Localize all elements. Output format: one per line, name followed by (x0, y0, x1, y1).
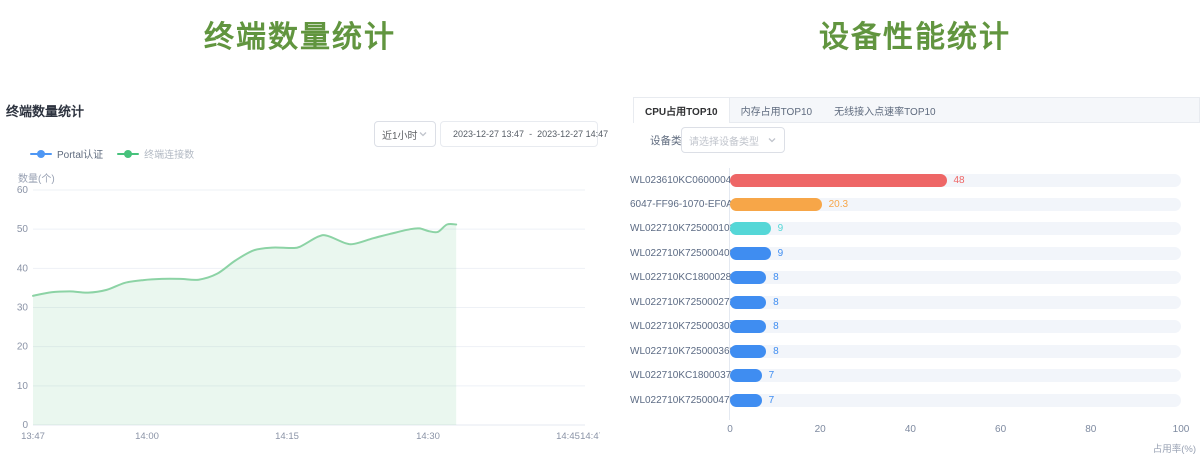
svg-text:10: 10 (17, 381, 29, 392)
legend-line-dot-icon (30, 150, 52, 158)
svg-text:40: 40 (17, 263, 29, 274)
bar[interactable] (730, 247, 771, 260)
y-axis-title: 数量(个) (18, 170, 55, 185)
bar-track (730, 222, 1181, 235)
bar[interactable] (730, 174, 947, 187)
bar-value-label: 9 (778, 222, 784, 235)
bar-track (730, 247, 1181, 260)
bar[interactable] (730, 320, 766, 333)
x-axis-tick: 20 (805, 424, 835, 435)
svg-text:14:47: 14:47 (580, 431, 600, 442)
bar-value-label: 9 (778, 247, 784, 260)
bar-value-label: 8 (773, 296, 779, 309)
bar-track (730, 394, 1181, 407)
date-range-picker[interactable]: 2023-12-27 13:47 - 2023-12-27 14:47 (440, 121, 598, 147)
x-axis-title: 占用率(%) (1110, 441, 1196, 455)
bar-category-label: 6047-FF96-1070-EF0A (630, 198, 724, 211)
legend-item-portal[interactable]: Portal认证 (30, 146, 103, 161)
svg-text:14:45: 14:45 (556, 431, 580, 442)
bar[interactable] (730, 271, 766, 284)
device-performance-panel: 设备性能统计 CPU占用TOP10 内存占用TOP10 无线接入点速率TOP10… (630, 0, 1200, 456)
bar-category-label: WL022710K725000470 (630, 394, 724, 407)
x-axis-tick: 60 (986, 424, 1016, 435)
x-axis-tick: 40 (895, 424, 925, 435)
bar-track (730, 345, 1181, 358)
bar[interactable] (730, 345, 766, 358)
bar-category-label: WL022710K725000409 (630, 247, 724, 260)
bar-category-label: WL022710KC18000280 (630, 271, 724, 284)
svg-text:14:00: 14:00 (135, 431, 159, 442)
bar[interactable] (730, 296, 766, 309)
svg-text:14:30: 14:30 (416, 431, 440, 442)
bar-value-label: 48 (954, 174, 965, 187)
bar[interactable] (730, 369, 762, 382)
bar[interactable] (730, 198, 822, 211)
cpu-top10-bar-chart: WL023610KC06000043 48 6047-FF96-1070-EF0A 2… (630, 0, 1200, 456)
bar-value-label: 8 (773, 320, 779, 333)
legend-line-dot-icon (117, 150, 139, 158)
time-range-value: 近1小时 (382, 127, 418, 142)
left-card-title: 终端数量统计 (6, 101, 84, 120)
date-range-start: 2023-12-27 13:47 (453, 129, 524, 139)
bar-value-label: 20.3 (829, 198, 848, 211)
svg-text:14:15: 14:15 (275, 431, 299, 442)
bar-category-label: WL023610KC06000043 (630, 174, 724, 187)
bar[interactable] (730, 394, 762, 407)
bar-category-label: WL022710K725000272 (630, 296, 724, 309)
x-axis-tick: 80 (1076, 424, 1106, 435)
bar-value-label: 8 (773, 345, 779, 358)
terminal-count-panel: 终端数量统计 终端数量统计 近1小时 2023-12-27 13:47 - 20… (0, 0, 600, 456)
bar-value-label: 7 (769, 394, 775, 407)
svg-text:0: 0 (22, 420, 28, 431)
legend-label: 终端连接数 (144, 146, 194, 161)
svg-text:50: 50 (17, 224, 29, 235)
bar-track (730, 296, 1181, 309)
x-axis-tick: 100 (1166, 424, 1196, 435)
bar-track (730, 320, 1181, 333)
bar-track (730, 369, 1181, 382)
date-range-separator: - (529, 129, 532, 139)
bar-category-label: WL022710KC18000372 (630, 369, 724, 382)
bar[interactable] (730, 222, 771, 235)
chart-legend: Portal认证 终端连接数 (30, 146, 194, 161)
x-axis-tick: 0 (715, 424, 745, 435)
bar-value-label: 7 (769, 369, 775, 382)
svg-text:30: 30 (17, 303, 29, 314)
bar-category-label: WL022710K725000307 (630, 320, 724, 333)
svg-text:60: 60 (17, 185, 29, 196)
time-range-select[interactable]: 近1小时 (374, 121, 436, 147)
svg-text:13:47: 13:47 (21, 431, 45, 442)
bar-category-label: WL022710K725000102 (630, 222, 724, 235)
chevron-down-icon (418, 129, 428, 139)
legend-label: Portal认证 (57, 146, 103, 161)
bar-value-label: 8 (773, 271, 779, 284)
left-page-title: 终端数量统计 (0, 12, 600, 56)
line-chart-canvas[interactable]: 0 10 20 30 40 50 60 13:47 14:00 14:15 14:30 14:4514… (0, 0, 600, 456)
date-range-end: 2023-12-27 14:47 (537, 129, 608, 139)
bar-track (730, 271, 1181, 284)
legend-item-terminal-connections[interactable]: 终端连接数 (117, 146, 194, 161)
svg-text:20: 20 (17, 342, 29, 353)
bar-category-label: WL022710K725000369 (630, 345, 724, 358)
